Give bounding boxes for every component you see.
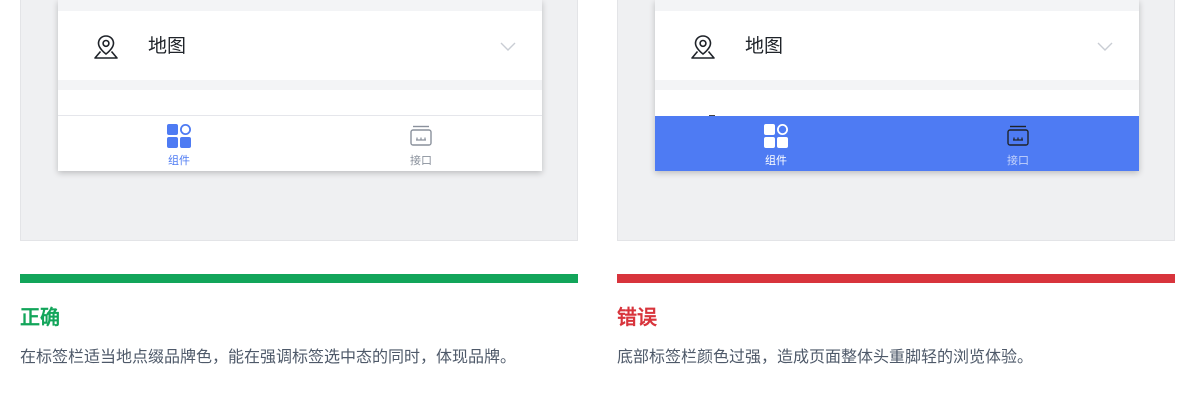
verdict-bar-correct <box>20 274 578 283</box>
interface-screen-icon <box>1007 125 1029 146</box>
section-divider <box>655 0 1139 11</box>
example-wrong: 地图 组件 接口 错误 底部标签栏颜色过强，造成页面整体头重脚轻的浏览体验。 <box>617 0 1175 366</box>
tab-interface[interactable]: 接口 <box>897 116 1139 171</box>
tab-bar: 组件 接口 <box>58 115 542 171</box>
list-item-label: 地图 <box>745 35 784 57</box>
chevron-down-icon <box>1097 42 1113 51</box>
location-pin-icon <box>94 35 118 59</box>
verdict-description: 底部标签栏颜色过强，造成页面整体头重脚轻的浏览体验。 <box>617 347 1034 366</box>
preview-stage: 地图 组件 接口 <box>20 0 578 241</box>
tab-label: 接口 <box>410 154 432 167</box>
example-correct: 地图 组件 接口 正确 在标签栏适当地点缀品牌色，能在强调标签选中态的同时，体现… <box>20 0 578 366</box>
list-item-label: 地图 <box>148 35 187 57</box>
verdict-bar-wrong <box>617 274 1175 283</box>
tab-interface[interactable]: 接口 <box>300 116 542 171</box>
list-item-map[interactable]: 地图 <box>58 11 542 80</box>
tab-bar: 组件 接口 <box>655 116 1139 171</box>
tab-label: 组件 <box>765 154 787 167</box>
tab-label: 组件 <box>168 154 190 167</box>
section-divider <box>58 0 542 11</box>
list-item-map[interactable]: 地图 <box>655 11 1139 80</box>
tab-label: 接口 <box>1007 154 1029 167</box>
components-grid-icon <box>764 124 788 148</box>
components-grid-icon <box>167 124 191 148</box>
verdict-title: 错误 <box>617 305 657 329</box>
location-pin-icon <box>691 35 715 59</box>
phone-mockup: 地图 组件 接口 <box>58 0 542 171</box>
verdict-description: 在标签栏适当地点缀品牌色，能在强调标签选中态的同时，体现品牌。 <box>20 347 517 366</box>
chevron-down-icon <box>500 42 516 51</box>
interface-screen-icon <box>410 125 432 146</box>
tab-components[interactable]: 组件 <box>58 116 300 171</box>
tab-components[interactable]: 组件 <box>655 116 897 171</box>
verdict-title: 正确 <box>20 305 60 329</box>
preview-stage: 地图 组件 接口 <box>617 0 1175 241</box>
phone-mockup: 地图 组件 接口 <box>655 0 1139 171</box>
